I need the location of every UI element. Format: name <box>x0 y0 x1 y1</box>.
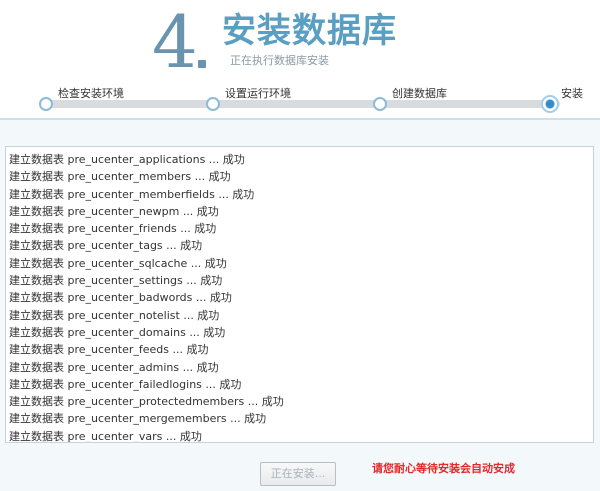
step-label-check-env: 检查安装环境 <box>58 87 124 100</box>
log-line: 建立数据表 pre_ucenter_friends ... 成功 <box>9 222 217 236</box>
log-line: 建立数据表 pre_ucenter_notelist ... 成功 <box>9 308 220 322</box>
log-line: 建立数据表 pre_ucenter_settings ... 成功 <box>9 274 223 288</box>
step-label-install: 安装 <box>561 87 583 100</box>
log-line: 建立数据表 pre_ucenter_vars ... 成功 <box>9 429 202 443</box>
log-line: 建立数据表 pre_ucenter_memberfields ... 成功 <box>9 187 255 201</box>
log-line: 建立数据表 pre_ucenter_members ... 成功 <box>9 170 231 184</box>
step-number-dot <box>198 60 206 68</box>
page-subtitle: 正在执行数据库安装 <box>230 54 329 67</box>
progress-step-setup-env <box>206 97 220 111</box>
page-title: 安装数据库 <box>222 11 397 51</box>
install-log[interactable]: 建立数据表 pre_ucenter_applications ... 成功 建立… <box>5 146 594 443</box>
progress-step-create-db <box>373 97 387 111</box>
log-line: 建立数据表 pre_ucenter_mergemembers ... 成功 <box>9 412 267 426</box>
log-line: 建立数据表 pre_ucenter_failedlogins ... 成功 <box>9 377 242 391</box>
log-line: 建立数据表 pre_ucenter_tags ... 成功 <box>9 239 203 253</box>
log-line: 建立数据表 pre_ucenter_feeds ... 成功 <box>9 343 209 357</box>
progress-step-install-current <box>541 95 559 113</box>
log-line: 建立数据表 pre_ucenter_protectedmembers ... 成… <box>9 395 284 409</box>
log-line: 建立数据表 pre_ucenter_sqlcache ... 成功 <box>9 256 227 270</box>
log-line: 建立数据表 pre_ucenter_newpm ... 成功 <box>9 204 219 218</box>
step-label-create-db: 创建数据库 <box>392 87 447 100</box>
log-line: 建立数据表 pre_ucenter_admins ... 成功 <box>9 360 219 374</box>
install-page: 4 安装数据库 正在执行数据库安装 检查安装环境 设置运行环境 创建数据库 安装… <box>0 0 600 491</box>
progress-step-check-env <box>39 97 53 111</box>
log-line: 建立数据表 pre_ucenter_badwords ... 成功 <box>9 291 232 305</box>
log-line: 建立数据表 pre_ucenter_domains ... 成功 <box>9 325 226 339</box>
wait-notice: 请您耐心等待安装会自动安成 <box>372 462 515 475</box>
step-number: 4 <box>152 0 198 84</box>
log-line: 建立数据表 pre_ucenter_applications ... 成功 <box>9 153 245 166</box>
progress-track <box>40 100 560 108</box>
step-label-setup-env: 设置运行环境 <box>225 87 291 100</box>
header-divider <box>0 118 600 120</box>
installing-button[interactable]: 正在安装... <box>260 462 336 486</box>
